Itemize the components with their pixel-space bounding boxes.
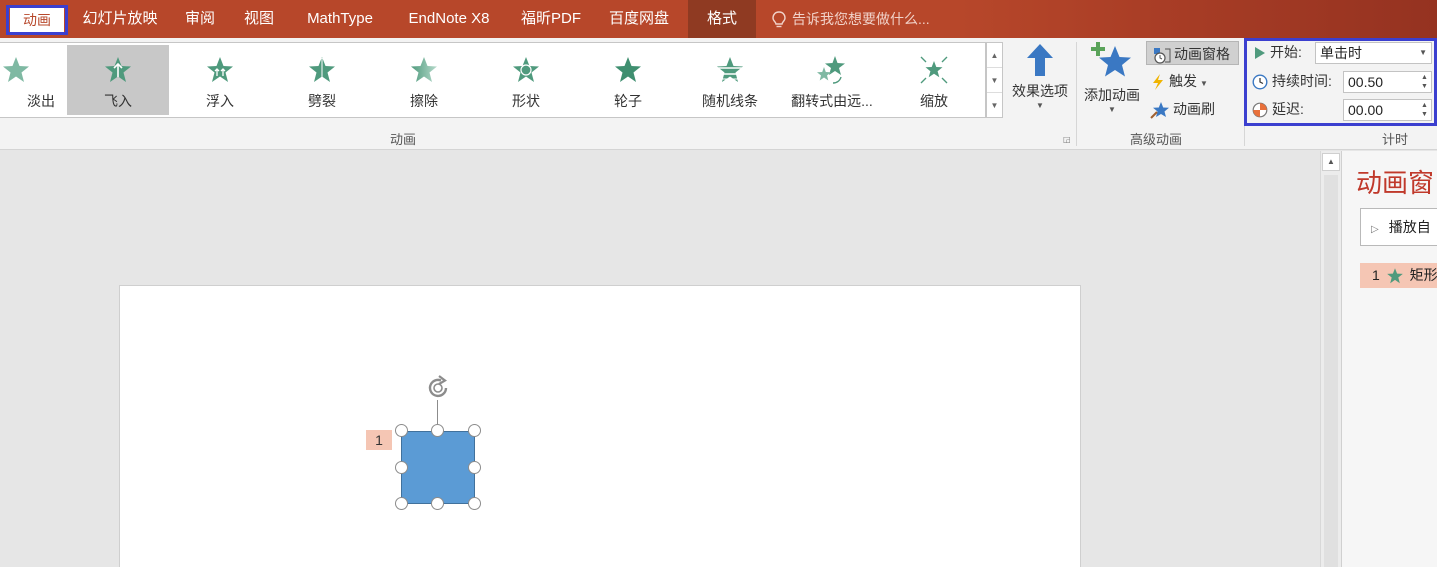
tab-baidu-netdisk[interactable]: 百度网盘 (600, 0, 678, 38)
effect-options-caret-icon: ▼ (1036, 101, 1044, 110)
gallery-scroll-down-icon[interactable]: ▼ (987, 68, 1002, 93)
delay-clock-icon (1252, 102, 1268, 118)
chevron-down-icon: ▼ (1419, 48, 1427, 57)
duration-label: 持续时间: (1252, 69, 1332, 93)
group-label-advanced-animation: 高级动画 (1130, 132, 1183, 147)
tab-foxit-pdf[interactable]: 福昕PDF (512, 0, 590, 38)
scroll-track[interactable] (1324, 175, 1338, 567)
play-triangle-icon (1255, 47, 1265, 60)
resize-handle-left[interactable] (395, 461, 408, 474)
animation-pane-icon (1154, 48, 1171, 64)
delay-spinner[interactable]: ▲ ▼ (1420, 101, 1429, 119)
animation-list-item[interactable]: 1 矩形 (1360, 263, 1437, 288)
tell-me-text: 告诉我您想要做什么... (792, 11, 930, 27)
fade-star-icon (3, 57, 29, 82)
entrance-star-icon (1386, 268, 1403, 284)
gallery-item-grow-turn[interactable]: 翻转式由远... (781, 45, 883, 115)
add-animation-button[interactable]: 添加动画 ▼ (1080, 40, 1144, 114)
duration-input[interactable]: 00.50 ▲ ▼ (1343, 71, 1432, 93)
animation-order-tag: 1 (366, 430, 392, 450)
ribbon-panel: 淡出 飞入 浮入 劈裂 擦除 形状 轮子 随机线条 翻转式由远... 缩放 ▲ … (0, 38, 1437, 150)
vertical-scrollbar[interactable]: ▲ (1320, 151, 1341, 567)
gallery-item-float-in[interactable]: 浮入 (169, 45, 271, 115)
shape-star-icon (513, 57, 539, 82)
gallery-scroll-up-icon[interactable]: ▲ (987, 43, 1002, 68)
lightning-icon (1153, 74, 1163, 91)
random-bars-star-icon (717, 57, 743, 82)
resize-handle-bottom-right[interactable] (468, 497, 481, 510)
gallery-more-icon[interactable]: ▼ (987, 93, 1002, 118)
wipe-star-icon (411, 57, 437, 82)
animation-painter-icon (1150, 102, 1169, 120)
add-animation-caret-icon: ▼ (1108, 105, 1116, 114)
group-label-animation: 动画 (390, 132, 417, 147)
resize-handle-top[interactable] (431, 424, 444, 437)
gallery-item-zoom[interactable]: 缩放 (883, 45, 985, 115)
fly-in-star-icon (105, 57, 131, 82)
clock-icon (1252, 74, 1268, 90)
slide-canvas[interactable] (119, 285, 1081, 567)
group-label-timing: 计时 (1382, 132, 1409, 147)
resize-handle-top-right[interactable] (468, 424, 481, 437)
resize-handle-top-left[interactable] (395, 424, 408, 437)
animation-pane-button[interactable]: 动画窗格 (1146, 41, 1239, 65)
gallery-item-split[interactable]: 劈裂 (271, 45, 373, 115)
gallery-item-random-bars[interactable]: 随机线条 (679, 45, 781, 115)
gallery-item-wheel[interactable]: 轮子 (577, 45, 679, 115)
grow-turn-star-icon (817, 56, 845, 84)
gallery-item-wipe[interactable]: 擦除 (373, 45, 475, 115)
tabbar-decoration (960, 0, 1437, 38)
gallery-scrollbar: ▲ ▼ ▼ (986, 42, 1003, 118)
tab-slideshow[interactable]: 幻灯片放映 (72, 0, 168, 38)
scroll-up-icon[interactable]: ▲ (1322, 153, 1340, 171)
separator (1244, 42, 1245, 146)
animation-gallery: 淡出 飞入 浮入 劈裂 擦除 形状 轮子 随机线条 翻转式由远... 缩放 (0, 42, 986, 118)
lightbulb-icon (772, 11, 786, 28)
animation-pane-title: 动画窗 (1356, 168, 1435, 198)
resize-handle-bottom-left[interactable] (395, 497, 408, 510)
trigger-caret-icon: ▼ (1200, 79, 1208, 88)
slide-editing-area (0, 151, 1320, 567)
dialog-launcher-icon[interactable]: ◲ (1063, 135, 1072, 144)
start-label: 开始: (1254, 40, 1302, 64)
tab-format[interactable]: 格式 (688, 0, 756, 38)
tab-animation[interactable]: 动画 (10, 8, 64, 32)
duration-spinner[interactable]: ▲ ▼ (1420, 73, 1429, 91)
selected-rectangle-shape[interactable] (401, 431, 475, 504)
gallery-item-shape[interactable]: 形状 (475, 45, 577, 115)
split-star-icon (309, 57, 335, 82)
zoom-star-icon (920, 56, 948, 84)
start-select[interactable]: 单击时 ▼ (1315, 42, 1432, 64)
animation-painter-button[interactable]: 动画刷 (1146, 97, 1236, 121)
resize-handle-bottom[interactable] (431, 497, 444, 510)
tab-mathtype[interactable]: MathType (294, 0, 386, 38)
effect-options-button[interactable]: 效果选项 ▼ (1006, 42, 1074, 110)
tab-review[interactable]: 审阅 (176, 0, 224, 38)
tab-endnote[interactable]: EndNote X8 (396, 0, 502, 38)
animation-pane: 动画窗 ▷ 播放自 1 矩形 (1341, 151, 1437, 567)
delay-input[interactable]: 00.00 ▲ ▼ (1343, 99, 1432, 121)
play-from-button[interactable]: ▷ 播放自 (1360, 208, 1437, 246)
tab-view[interactable]: 视图 (234, 0, 284, 38)
play-icon: ▷ (1371, 224, 1379, 235)
float-in-star-icon (207, 57, 233, 82)
up-arrow-icon (1027, 44, 1053, 76)
separator (1076, 42, 1077, 146)
delay-label: 延迟: (1252, 97, 1304, 121)
gallery-item-fly-in[interactable]: 飞入 (67, 45, 169, 115)
wheel-star-icon (615, 57, 641, 82)
resize-handle-right[interactable] (468, 461, 481, 474)
add-animation-star-icon (1091, 42, 1131, 77)
trigger-button[interactable]: 触发 ▼ (1146, 69, 1226, 93)
rotation-handle-icon[interactable] (424, 374, 454, 402)
gallery-item-fade[interactable]: 淡出 (0, 45, 67, 115)
tell-me-search[interactable]: 告诉我您想要做什么... (772, 0, 930, 38)
